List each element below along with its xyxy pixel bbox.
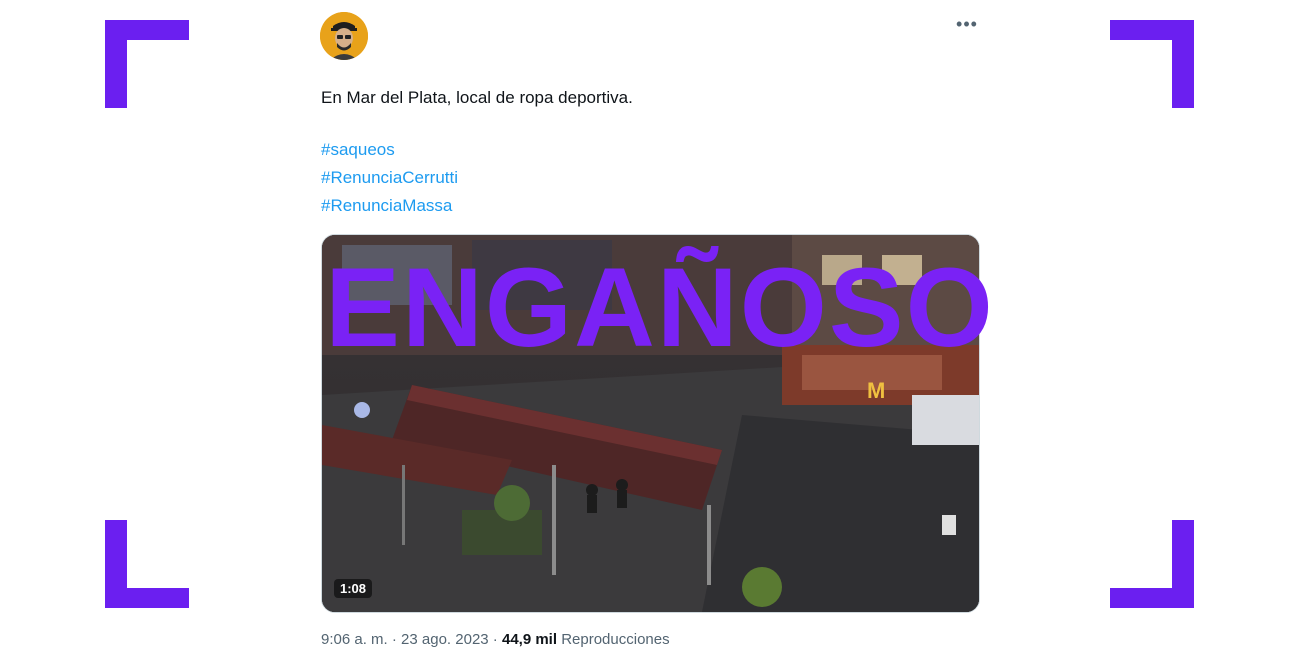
view-count: 44,9 mil bbox=[501, 631, 558, 648]
meta-separator: · bbox=[387, 631, 402, 648]
hashtag-link-renuncia-cerrutti[interactable]: #RenunciaCerrutti bbox=[321, 164, 458, 192]
avatar-illustration bbox=[320, 12, 368, 60]
meta-separator: · bbox=[488, 631, 502, 648]
storefront-sign: M bbox=[867, 378, 885, 403]
tweet-meta: 9:06 a. m. · 23 ago. 2023 · 44,9 mil Rep… bbox=[321, 631, 670, 648]
views-label: Reproducciones bbox=[561, 631, 670, 648]
more-options-button[interactable]: ••• bbox=[950, 10, 984, 38]
corner-bracket-bottom-left bbox=[105, 520, 189, 608]
hashtag-link-saqueos[interactable]: #saqueos bbox=[321, 136, 458, 164]
tweet-time[interactable]: 9:06 a. m. bbox=[321, 631, 388, 648]
hashtag-link-renuncia-massa[interactable]: #RenunciaMassa bbox=[321, 192, 458, 220]
hashtag-list: #saqueos #RenunciaCerrutti #RenunciaMass… bbox=[321, 136, 458, 220]
verdict-label: ENGAÑOSO bbox=[325, 245, 995, 370]
corner-bracket-bottom-right bbox=[1110, 520, 1194, 608]
avatar[interactable] bbox=[320, 12, 368, 60]
tweet-text: En Mar del Plata, local de ropa deportiv… bbox=[321, 88, 633, 107]
video-duration: 1:08 bbox=[334, 579, 373, 598]
corner-bracket-top-right bbox=[1110, 20, 1194, 108]
tweet-date[interactable]: 23 ago. 2023 bbox=[401, 631, 489, 648]
corner-bracket-top-left bbox=[105, 20, 189, 108]
more-horizontal-icon: ••• bbox=[956, 14, 978, 34]
